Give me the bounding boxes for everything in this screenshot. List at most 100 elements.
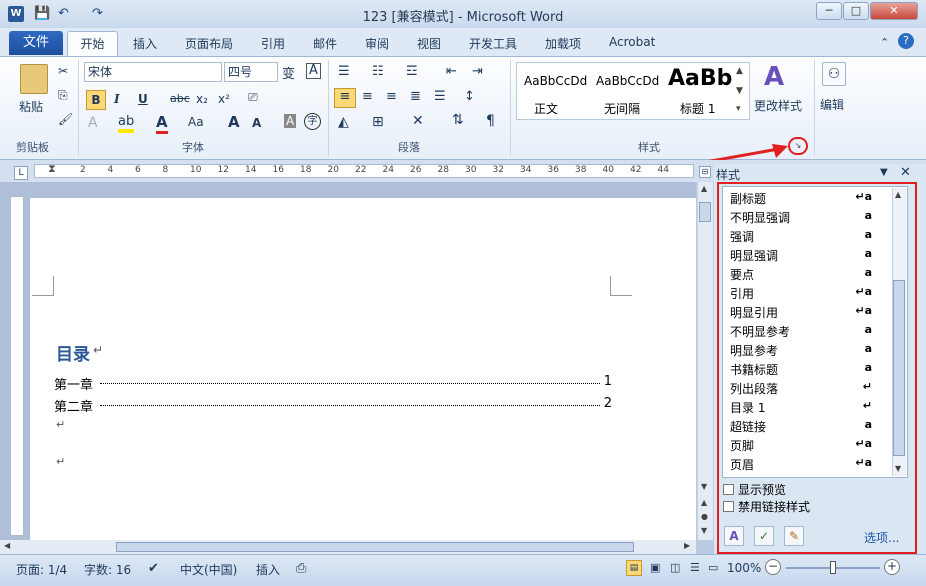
- tab-view[interactable]: 视图: [417, 35, 441, 52]
- zoom-out-button[interactable]: −: [765, 559, 781, 575]
- borders-icon[interactable]: ⊞: [372, 114, 384, 130]
- paste-icon[interactable]: [20, 64, 48, 94]
- shading-icon[interactable]: ◭: [338, 114, 349, 130]
- next-page-icon[interactable]: ▼: [701, 526, 707, 535]
- minimize-button[interactable]: ─: [816, 2, 842, 20]
- style-preview-normal[interactable]: AaBbCcDd: [524, 74, 587, 88]
- document-page[interactable]: [30, 198, 696, 542]
- gallery-scroll-down-icon[interactable]: ▼: [736, 86, 743, 96]
- indent-marker-icon[interactable]: ⧗: [48, 162, 56, 176]
- text-effects-icon[interactable]: A: [88, 115, 98, 131]
- tab-mailings[interactable]: 邮件: [313, 35, 337, 52]
- tab-developer[interactable]: 开发工具: [469, 35, 517, 52]
- align-left-icon[interactable]: ≡: [334, 88, 356, 108]
- insert-mode-status[interactable]: 插入: [256, 561, 280, 578]
- style-preview-heading1[interactable]: AaBb: [668, 66, 732, 91]
- fullscreen-view-icon[interactable]: ▣: [650, 561, 660, 574]
- outline-view-icon[interactable]: ☰: [690, 561, 700, 574]
- show-marks-icon[interactable]: ¶: [486, 113, 495, 129]
- align-right-icon[interactable]: ≡: [386, 89, 397, 104]
- gallery-more-icon[interactable]: ▾: [736, 104, 741, 114]
- change-case-button[interactable]: Aa: [188, 115, 204, 129]
- vertical-scroll-thumb[interactable]: [699, 202, 711, 222]
- highlight-icon[interactable]: ab: [118, 114, 135, 133]
- scroll-left-icon[interactable]: ◀: [4, 541, 10, 550]
- draft-view-icon[interactable]: ▭: [708, 561, 718, 574]
- change-styles-button[interactable]: 更改样式: [754, 97, 802, 114]
- align-center-icon[interactable]: ≡: [362, 89, 373, 104]
- tab-acrobat[interactable]: Acrobat: [609, 35, 655, 49]
- style-preview-no-spacing[interactable]: AaBbCcDd: [596, 74, 659, 88]
- subscript-button[interactable]: x₂: [196, 92, 208, 106]
- gallery-scroll-up-icon[interactable]: ▲: [736, 66, 743, 76]
- font-name-select[interactable]: 宋体: [84, 62, 222, 82]
- zoom-level[interactable]: 100%: [727, 561, 761, 575]
- style-name-heading1[interactable]: 标题 1: [680, 100, 715, 117]
- word-count-status[interactable]: 字数: 16: [84, 561, 131, 578]
- font-size-select[interactable]: 四号: [224, 62, 278, 82]
- tab-file[interactable]: 文件: [9, 31, 63, 55]
- view-ruler-icon[interactable]: ⊟: [699, 166, 711, 178]
- copy-icon[interactable]: ⎘: [58, 88, 68, 103]
- distributed-icon[interactable]: ☰: [434, 89, 446, 104]
- style-name-no-spacing[interactable]: 无间隔: [604, 100, 640, 117]
- chinese-layout-icon[interactable]: ✕: [412, 113, 424, 129]
- char-border-icon[interactable]: A: [306, 63, 321, 79]
- enclose-char-icon[interactable]: 字: [304, 113, 321, 130]
- line-spacing-icon[interactable]: ↕: [464, 89, 475, 104]
- grow-font-button[interactable]: A: [228, 113, 240, 131]
- ribbon-collapse-icon[interactable]: ⌃: [880, 36, 889, 49]
- editing-button[interactable]: 编辑: [820, 96, 844, 113]
- maximize-button[interactable]: □: [843, 2, 869, 20]
- char-shading-icon[interactable]: A: [284, 114, 297, 128]
- scroll-down-icon[interactable]: ▼: [701, 482, 707, 491]
- prev-page-icon[interactable]: ▲: [701, 498, 707, 507]
- print-layout-view-icon[interactable]: ▤: [626, 560, 642, 576]
- browse-object-icon[interactable]: ●: [701, 512, 708, 521]
- language-status[interactable]: 中文(中国): [180, 561, 237, 578]
- decrease-indent-icon[interactable]: ⇤: [446, 64, 457, 79]
- format-painter-icon[interactable]: 🖌: [58, 112, 73, 126]
- italic-button[interactable]: I: [114, 92, 120, 106]
- style-name-normal[interactable]: 正文: [534, 100, 558, 117]
- phonetic-guide-icon[interactable]: 变: [282, 63, 295, 82]
- tab-page-layout[interactable]: 页面布局: [185, 35, 233, 52]
- font-color-button[interactable]: A: [156, 113, 168, 134]
- shrink-font-button[interactable]: A: [252, 116, 261, 130]
- pane-menu-icon[interactable]: ▼: [880, 167, 888, 178]
- page-count-status[interactable]: 页面: 1/4: [16, 561, 67, 578]
- close-button[interactable]: ✕: [870, 2, 918, 20]
- bold-button[interactable]: B: [86, 90, 106, 110]
- change-styles-icon[interactable]: A: [764, 62, 784, 92]
- toc-entry[interactable]: 第一章 1: [54, 374, 616, 393]
- tab-home[interactable]: 开始: [67, 31, 118, 57]
- find-binoculars-icon[interactable]: ⚇: [822, 62, 846, 86]
- strikethrough-button[interactable]: abc: [170, 92, 190, 105]
- help-icon[interactable]: ?: [898, 33, 914, 49]
- sort-icon[interactable]: ⇅: [452, 112, 464, 128]
- web-layout-view-icon[interactable]: ◫: [670, 561, 680, 574]
- cut-icon[interactable]: ✂: [58, 64, 68, 78]
- pane-close-icon[interactable]: ✕: [900, 165, 911, 180]
- tab-selector-icon[interactable]: L: [14, 166, 28, 180]
- horizontal-scroll-thumb[interactable]: [116, 542, 634, 552]
- zoom-in-button[interactable]: +: [884, 559, 900, 575]
- clear-format-icon[interactable]: ⎚: [248, 90, 258, 105]
- toc-entry[interactable]: 第二章 2: [54, 396, 616, 415]
- zoom-slider-thumb[interactable]: [830, 561, 836, 574]
- multilevel-list-icon[interactable]: ☲: [406, 64, 418, 79]
- numbering-icon[interactable]: ☷: [372, 64, 384, 79]
- tab-addins[interactable]: 加载项: [545, 35, 581, 52]
- toc-heading[interactable]: 目录: [56, 340, 90, 365]
- scroll-right-icon[interactable]: ▶: [684, 541, 690, 550]
- justify-icon[interactable]: ≣: [410, 89, 421, 104]
- bullets-icon[interactable]: ☰: [338, 64, 350, 79]
- proofing-icon[interactable]: ✔: [148, 561, 159, 576]
- increase-indent-icon[interactable]: ⇥: [472, 64, 483, 79]
- tab-references[interactable]: 引用: [261, 35, 285, 52]
- underline-button[interactable]: U: [138, 92, 148, 106]
- macro-record-icon[interactable]: ⎙: [296, 561, 306, 576]
- tab-insert[interactable]: 插入: [133, 35, 157, 52]
- superscript-button[interactable]: x²: [218, 92, 230, 106]
- scroll-up-icon[interactable]: ▲: [701, 184, 707, 193]
